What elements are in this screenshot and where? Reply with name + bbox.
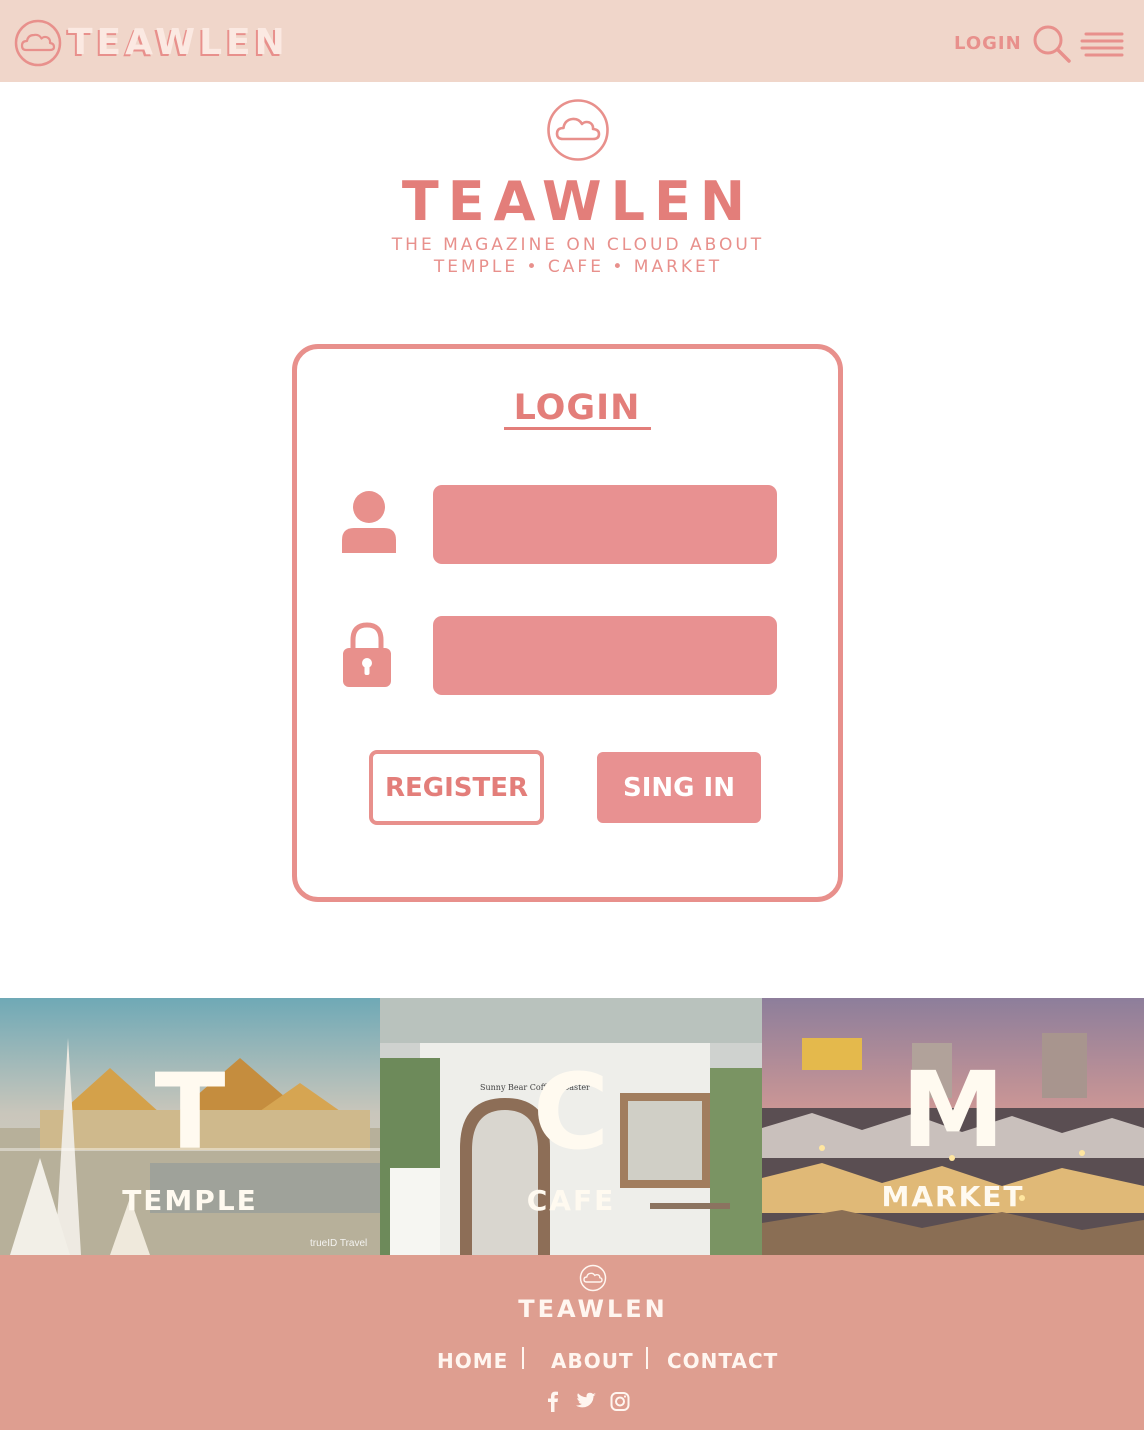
trueid-travel-watermark: trueID Travel: [310, 1238, 367, 1248]
hero-cloud-logo-icon: [547, 99, 609, 161]
hero-subtitle-line2: TEMPLE • CAFE • MARKET: [433, 257, 723, 277]
footer-brand: TEAWLEN: [518, 1295, 668, 1323]
header-brand-name: TEAWLEN: [68, 22, 289, 63]
category-letter-cafe: C: [532, 1051, 610, 1173]
register-button[interactable]: REGISTER: [369, 750, 544, 825]
user-icon: [342, 491, 396, 553]
category-letter-temple: T: [154, 1051, 226, 1173]
category-label-market: MARKET: [881, 1180, 1025, 1213]
category-letter-market: M: [901, 1049, 1005, 1171]
category-tile-temple[interactable]: T TEMPLE trueID Travel: [0, 998, 380, 1255]
footer-nav-home[interactable]: HOME: [437, 1349, 508, 1373]
footer: TEAWLEN HOME ABOUT CONTACT: [0, 1255, 1144, 1430]
login-title: LOGIN: [513, 388, 641, 428]
cloud-logo-icon: [14, 19, 62, 67]
footer-cloud-logo-icon: [579, 1264, 607, 1292]
category-label-cafe: CAFE: [526, 1184, 616, 1217]
hero-title: TEAWLEN: [401, 170, 755, 233]
password-input[interactable]: [433, 616, 777, 695]
instagram-icon[interactable]: [608, 1389, 632, 1413]
twitter-icon[interactable]: [574, 1389, 598, 1413]
facebook-icon[interactable]: [541, 1389, 565, 1413]
header-brand-link[interactable]: TEAWLEN: [14, 18, 289, 68]
hero-subtitle-line1: THE MAGAZINE ON CLOUD ABOUT: [391, 235, 765, 255]
header-login-link[interactable]: LOGIN: [954, 33, 1022, 54]
login-title-underline: [504, 427, 651, 430]
sign-in-button[interactable]: SING IN: [597, 752, 761, 823]
category-tiles: T TEMPLE trueID Travel Sunny Bear Coffee…: [0, 998, 1144, 1255]
search-icon[interactable]: [1032, 24, 1072, 64]
lock-icon: [343, 622, 391, 687]
category-tile-market[interactable]: M MARKET: [762, 998, 1144, 1255]
footer-nav-contact[interactable]: CONTACT: [667, 1349, 778, 1373]
username-input[interactable]: [433, 485, 777, 564]
top-navbar: TEAWLEN LOGIN: [0, 0, 1144, 82]
footer-nav-about[interactable]: ABOUT: [551, 1349, 634, 1373]
category-tile-cafe[interactable]: Sunny Bear Coffee Roaster C CAFE: [380, 998, 762, 1255]
category-label-temple: TEMPLE: [122, 1184, 258, 1217]
menu-icon[interactable]: [1080, 30, 1124, 58]
footer-nav-separator: [646, 1347, 648, 1369]
footer-nav-separator: [522, 1347, 524, 1369]
svg-text:trueID Travel: trueID Travel: [310, 1238, 367, 1248]
